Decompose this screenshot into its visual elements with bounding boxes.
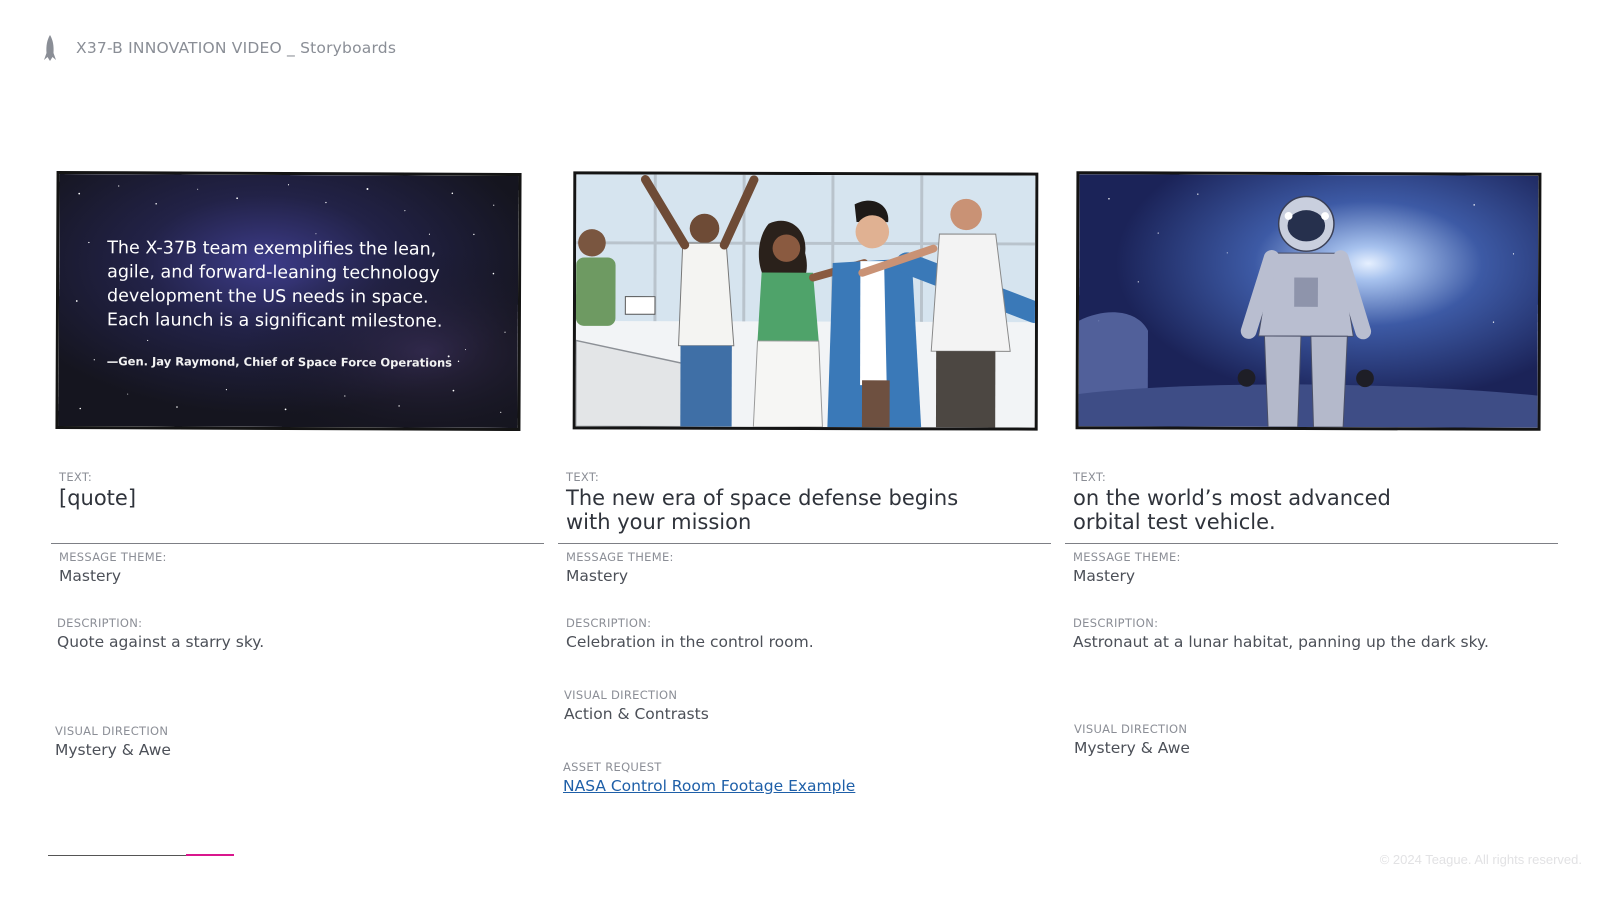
visual-direction-value: Action & Contrasts (564, 705, 709, 723)
quote-text: The X-37B team exemplifies the lean, agi… (106, 238, 443, 332)
text-value: on the world’s most advanced orbital tes… (1073, 486, 1391, 534)
visual-direction-label: VISUAL DIRECTION (55, 724, 169, 738)
description: DESCRIPTION: Astronaut at a lunar habita… (1073, 616, 1489, 651)
text-label: TEXT: (59, 470, 93, 484)
message-theme-label: MESSAGE THEME: (59, 550, 167, 564)
text-block: TEXT: The new era of space defense begin… (566, 470, 1006, 534)
storyboard-frame-1: The X-37B team exemplifies the lean, agi… (55, 170, 522, 432)
description-label: DESCRIPTION: (57, 616, 143, 630)
divider (51, 543, 544, 544)
rocket-icon (44, 35, 56, 61)
visual-direction: VISUAL DIRECTION Mystery & Awe (55, 724, 171, 759)
text-block: TEXT: [quote] (59, 470, 499, 510)
description-label: DESCRIPTION: (566, 616, 652, 630)
message-theme-value: Mastery (1073, 567, 1136, 585)
copyright-text: © 2024 Teague. All rights reserved. (1379, 852, 1582, 867)
visual-direction: VISUAL DIRECTION Mystery & Awe (1074, 722, 1190, 757)
message-theme-label: MESSAGE THEME: (1073, 550, 1181, 564)
page-header: X37-B INNOVATION VIDEO _ Storyboards (40, 34, 396, 62)
visual-direction-value: Mystery & Awe (55, 741, 171, 759)
description-value: Celebration in the control room. (566, 633, 814, 651)
message-theme-value: Mastery (566, 567, 629, 585)
message-theme-label: MESSAGE THEME: (566, 550, 674, 564)
description-value: Astronaut at a lunar habitat, panning up… (1073, 633, 1489, 651)
description: DESCRIPTION: Celebration in the control … (566, 616, 814, 651)
message-theme-value: Mastery (59, 567, 122, 585)
storyboard-frame-3 (1075, 171, 1542, 431)
description-value: Quote against a starry sky. (57, 633, 265, 651)
divider (1065, 543, 1558, 544)
control-room-illustration (575, 174, 1036, 428)
visual-direction-label: VISUAL DIRECTION (564, 688, 678, 702)
asset-request-label: ASSET REQUEST (563, 760, 662, 774)
visual-direction: VISUAL DIRECTION Action & Contrasts (564, 688, 709, 723)
message-theme: MESSAGE THEME: Mastery (566, 550, 674, 585)
text-label: TEXT: (566, 470, 600, 484)
description: DESCRIPTION: Quote against a starry sky. (57, 616, 264, 651)
asset-request: ASSET REQUEST NASA Control Room Footage … (563, 760, 855, 795)
footer-rule (48, 855, 186, 856)
divider (558, 543, 1051, 544)
description-label: DESCRIPTION: (1073, 616, 1159, 630)
storyboard-frame-2 (572, 171, 1039, 431)
visual-direction-label: VISUAL DIRECTION (1074, 722, 1188, 736)
page-title: X37-B INNOVATION VIDEO _ Storyboards (76, 39, 397, 57)
asset-request-link[interactable]: NASA Control Room Footage Example (563, 777, 855, 795)
storyboard-page: X37-B INNOVATION VIDEO _ Storyboards The… (0, 0, 1600, 900)
text-label: TEXT: (1073, 470, 1107, 484)
text-block: TEXT: on the world’s most advanced orbit… (1073, 470, 1513, 534)
text-value: The new era of space defense begins with… (566, 486, 959, 534)
astronaut-illustration (1078, 174, 1539, 428)
footer-accent-rule (186, 854, 234, 856)
visual-direction-value: Mystery & Awe (1074, 739, 1190, 757)
quote-attribution: —Gen. Jay Raymond, Chief of Space Force … (106, 354, 453, 370)
text-value: [quote] (59, 486, 137, 510)
message-theme: MESSAGE THEME: Mastery (59, 550, 167, 585)
message-theme: MESSAGE THEME: Mastery (1073, 550, 1181, 585)
